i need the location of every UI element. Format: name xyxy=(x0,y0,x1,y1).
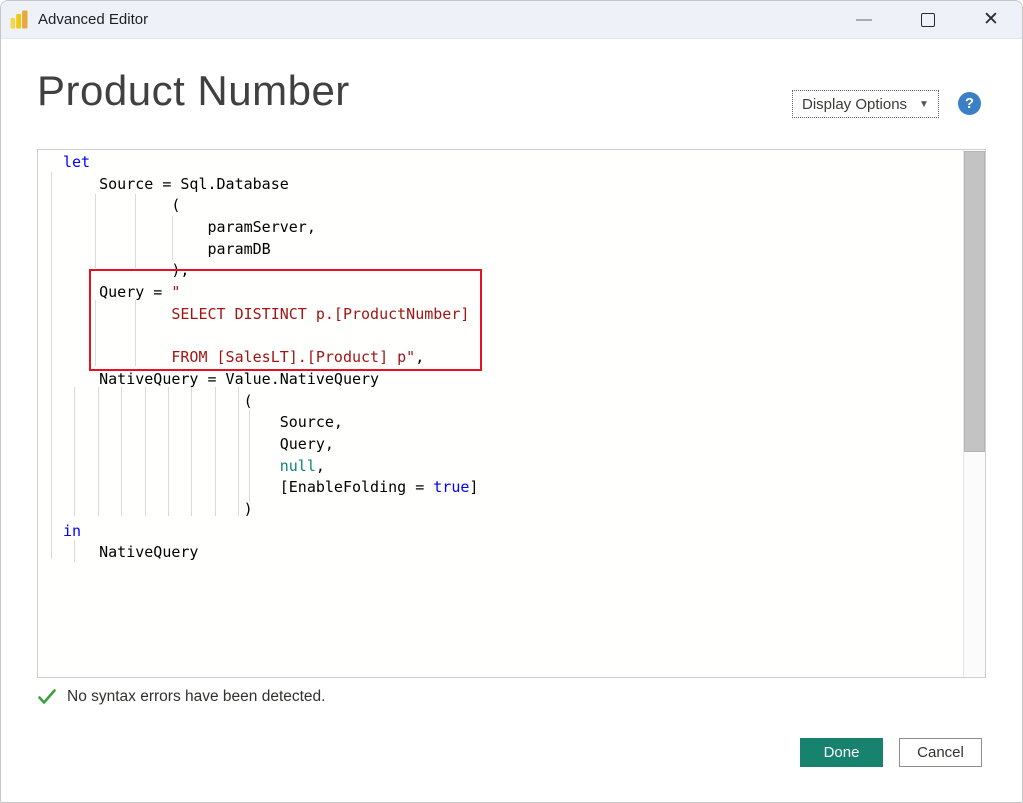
maximize-button[interactable] xyxy=(905,1,951,38)
close-button[interactable]: ✕ xyxy=(968,1,1014,38)
indent-guide xyxy=(98,387,99,516)
indent-guide xyxy=(172,216,173,260)
checkmark-icon xyxy=(37,687,57,707)
indent-guide xyxy=(249,410,250,502)
indent-guide xyxy=(95,194,96,268)
close-icon: ✕ xyxy=(983,10,999,29)
display-options-dropdown[interactable]: Display Options ▼ xyxy=(792,90,939,118)
status-row: No syntax errors have been detected. xyxy=(37,687,325,707)
status-message: No syntax errors have been detected. xyxy=(67,688,325,706)
scrollbar-thumb[interactable] xyxy=(964,151,985,452)
done-button-label: Done xyxy=(824,744,860,761)
indent-guide xyxy=(74,387,75,516)
indent-guide xyxy=(135,300,136,366)
maximize-icon xyxy=(921,13,935,27)
indent-guide xyxy=(238,387,239,516)
indent-guide xyxy=(168,387,169,516)
cancel-button-label: Cancel xyxy=(917,744,964,761)
done-button[interactable]: Done xyxy=(800,738,883,767)
chevron-down-icon: ▼ xyxy=(919,99,929,110)
indent-guide xyxy=(121,387,122,516)
indent-guide xyxy=(145,387,146,516)
advanced-editor-window: Advanced Editor ✕ Product Number Display… xyxy=(0,0,1023,803)
page-title: Product Number xyxy=(37,67,350,115)
indent-guide xyxy=(51,172,52,559)
indent-guide xyxy=(135,194,136,268)
code-content[interactable]: let Source = Sql.Database ( paramServer,… xyxy=(38,150,963,677)
indent-guide xyxy=(215,387,216,516)
minimize-icon xyxy=(856,19,872,21)
vertical-scrollbar[interactable] xyxy=(963,150,985,677)
display-options-label: Display Options xyxy=(802,96,907,113)
window-title: Advanced Editor xyxy=(38,11,148,28)
title-bar: Advanced Editor ✕ xyxy=(1,1,1022,39)
indent-guide xyxy=(74,540,75,562)
question-mark-icon: ? xyxy=(965,95,974,112)
cancel-button[interactable]: Cancel xyxy=(899,738,982,767)
indent-guide xyxy=(95,300,96,366)
minimize-button[interactable] xyxy=(841,1,887,38)
power-bi-icon xyxy=(10,9,30,31)
code-editor[interactable]: let Source = Sql.Database ( paramServer,… xyxy=(37,149,986,678)
indent-guide xyxy=(191,387,192,516)
help-button[interactable]: ? xyxy=(958,92,981,115)
